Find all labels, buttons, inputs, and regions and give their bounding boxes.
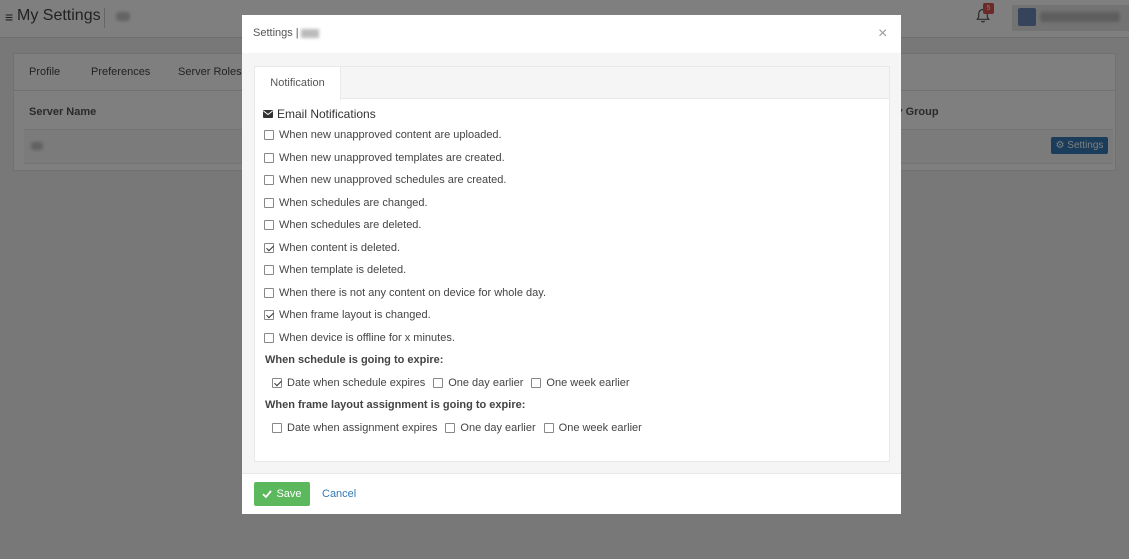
tab-notification[interactable]: Notification: [255, 67, 341, 100]
checkbox[interactable]: [433, 378, 444, 388]
option-label: When there is not any content on device …: [279, 286, 547, 299]
notification-option[interactable]: When template is deleted.: [264, 264, 406, 276]
email-notifications-heading: Email Notifications: [263, 107, 376, 121]
modal-footer: Save Cancel: [242, 473, 901, 514]
choice-label: Date when assignment expires: [287, 422, 438, 434]
checkbox[interactable]: [264, 332, 274, 343]
expire-choice[interactable]: One day earlier: [433, 377, 523, 389]
checkbox[interactable]: [264, 175, 274, 185]
notification-card: Notification Email Notifications When ne…: [254, 66, 890, 462]
option-label: When frame layout is changed.: [279, 309, 431, 321]
close-icon[interactable]: ×: [878, 25, 887, 43]
checkbox[interactable]: [264, 220, 274, 230]
notification-option[interactable]: When new unapproved templates are create…: [264, 152, 505, 164]
checkbox[interactable]: [543, 423, 554, 433]
checkbox-checked[interactable]: [264, 242, 274, 253]
save-button[interactable]: Save: [254, 482, 310, 506]
choice-label: One day earlier: [448, 377, 524, 389]
checkbox[interactable]: [531, 378, 542, 388]
frame-expire-options: Date when assignment expires One day earl…: [272, 422, 650, 434]
notification-option[interactable]: When there is not any content on device …: [264, 287, 546, 299]
checkbox[interactable]: [264, 152, 274, 163]
choice-label: Date when schedule expires: [287, 377, 426, 389]
checkbox[interactable]: [445, 423, 456, 433]
option-label: When content is deleted.: [279, 241, 401, 254]
expire-choice[interactable]: One week earlier: [531, 377, 630, 389]
notification-option[interactable]: When frame layout is changed.: [264, 309, 431, 321]
option-label: When schedules are changed.: [279, 196, 428, 209]
notification-option[interactable]: When content is deleted.: [264, 242, 400, 254]
checkbox[interactable]: [264, 197, 274, 208]
option-label: When device is offline for x minutes.: [279, 331, 455, 344]
notification-option[interactable]: When schedules are deleted.: [264, 219, 421, 231]
option-label: When new unapproved templates are create…: [279, 151, 505, 164]
option-label: When new unapproved schedules are create…: [279, 174, 507, 186]
checkbox-checked[interactable]: [264, 310, 274, 320]
checkbox[interactable]: [264, 130, 274, 140]
save-label: Save: [276, 488, 302, 500]
notification-option[interactable]: When new unapproved schedules are create…: [264, 174, 506, 186]
cancel-link[interactable]: Cancel: [322, 488, 356, 500]
choice-label: One week earlier: [558, 422, 642, 434]
expire-choice[interactable]: Date when assignment expires: [272, 422, 437, 434]
option-label: When template is deleted.: [279, 264, 407, 276]
modal-title: Settings |: [253, 27, 319, 39]
checkbox[interactable]: [272, 423, 282, 433]
check-icon: [262, 490, 273, 499]
settings-modal: Settings | × Notification Email Notifica…: [242, 15, 901, 514]
modal-tabbar: Notification: [255, 67, 889, 100]
option-label: When new unapproved content are uploaded…: [279, 129, 502, 141]
envelope-icon: [263, 110, 273, 118]
checkbox[interactable]: [264, 265, 274, 275]
expire-choice[interactable]: Date when schedule expires: [272, 377, 425, 389]
modal-header: Settings | ×: [242, 15, 901, 53]
notification-option[interactable]: When new unapproved content are uploaded…: [264, 129, 502, 141]
option-label: When schedules are deleted.: [279, 219, 422, 231]
expire-choice[interactable]: One week earlier: [543, 422, 642, 434]
frame-expire-label: When frame layout assignment is going to…: [265, 399, 526, 411]
blurred-title-suffix: [300, 28, 319, 38]
choice-label: One day earlier: [460, 422, 536, 434]
schedule-expire-label: When schedule is going to expire:: [265, 354, 444, 366]
checkbox[interactable]: [264, 287, 274, 298]
checkbox-checked[interactable]: [272, 378, 282, 388]
choice-label: One week earlier: [546, 377, 630, 389]
schedule-expire-options: Date when schedule expires One day earlie…: [272, 377, 638, 389]
notification-option[interactable]: When device is offline for x minutes.: [264, 332, 455, 344]
expire-choice[interactable]: One day earlier: [445, 422, 536, 434]
notification-option[interactable]: When schedules are changed.: [264, 197, 428, 209]
